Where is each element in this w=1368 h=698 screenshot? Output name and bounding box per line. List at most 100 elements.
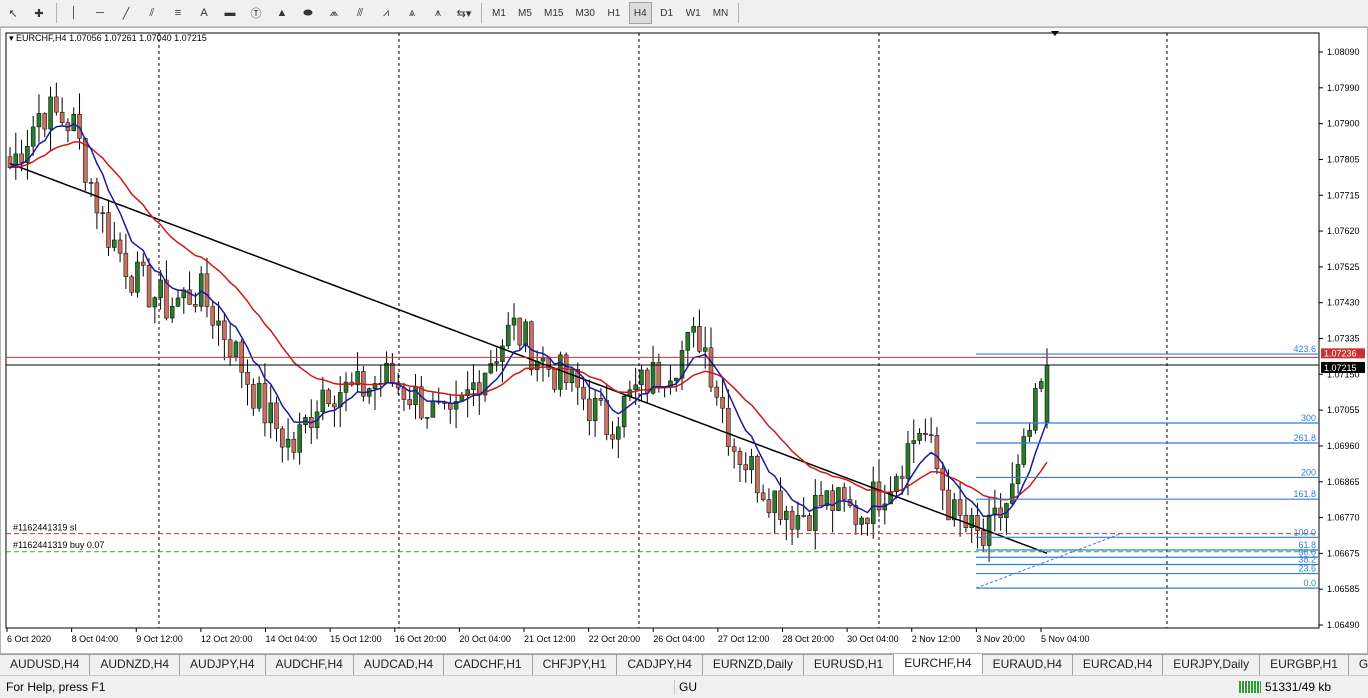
chart-tab[interactable]: EURCAD,H4 — [1073, 655, 1164, 675]
trendline-icon[interactable]: ╱ — [115, 2, 137, 24]
chart-window[interactable]: 1.08090 1.07990 1.07900 1.07805 1.07715 1.076… — [0, 27, 1368, 654]
candle-body — [523, 321, 528, 346]
chart-tab[interactable]: EURUSD,H1 — [804, 655, 895, 675]
candle-body — [813, 495, 818, 531]
candle-body — [760, 492, 766, 500]
candle-body — [830, 490, 835, 511]
candle-body — [656, 362, 662, 387]
price-tick-label: 1.07715 — [1327, 190, 1360, 200]
timeframe-w1-button[interactable]: W1 — [682, 2, 705, 24]
crosshair-icon[interactable]: ✚ — [28, 2, 50, 24]
tp-price-label: 1.07236 — [1324, 348, 1357, 358]
ellipse-icon[interactable]: ⬬ — [297, 2, 319, 24]
chart-tab[interactable]: EURGBP,H1 — [1260, 655, 1349, 675]
candle-body — [673, 377, 679, 382]
andrews-pitchfork-icon[interactable]: ⩕ — [323, 2, 345, 24]
text-label-icon[interactable]: Ⓣ — [245, 2, 267, 24]
candle-body — [390, 362, 395, 384]
candle-body — [505, 324, 511, 347]
chart-tab[interactable]: EURCHF,H4 — [894, 654, 983, 675]
fibonacci-retracement-icon[interactable]: ≡ — [167, 2, 189, 24]
candle-body — [899, 476, 905, 479]
timeframe-m5-button[interactable]: M5 — [514, 2, 536, 24]
chart-tab[interactable]: AUDNZD,H4 — [90, 655, 181, 675]
chart-tab[interactable]: EURAUD,H4 — [983, 655, 1073, 675]
time-tick-label: 12 Oct 20:00 — [201, 634, 253, 644]
candle-body — [772, 490, 777, 513]
stop-loss-label: #1162441319 sl — [13, 523, 76, 533]
timeframe-mn-button[interactable]: MN — [709, 2, 733, 24]
price-tick-label: 1.06865 — [1327, 477, 1360, 487]
candle-body — [175, 297, 181, 307]
candle-body — [1009, 483, 1015, 504]
fibonacci-arcs-icon[interactable]: ⩓ — [401, 2, 423, 24]
time-tick-label: 22 Oct 20:00 — [589, 634, 641, 644]
gann-fan-icon[interactable]: ⫻ — [349, 2, 371, 24]
candle-body — [7, 156, 13, 168]
candle-body — [818, 495, 824, 507]
candle-body — [146, 265, 152, 308]
triangle-icon[interactable]: ▲ — [271, 2, 293, 24]
chart-tab[interactable]: AUDCHF,H4 — [266, 655, 354, 675]
chart-tab[interactable]: CADCHF,H1 — [444, 655, 533, 675]
fib-level-label: 23.6 — [1298, 564, 1316, 574]
candle-body — [280, 428, 285, 448]
candle-body — [917, 432, 922, 441]
chart-tabs: AUDUSD,H4 AUDNZD,H4 AUDJPY,H4 AUDCHF,H4 AUDC… — [0, 654, 1368, 675]
chart-tab[interactable]: EURNZD,Daily — [703, 655, 804, 675]
chart-tab[interactable]: GB — [1349, 655, 1368, 675]
candle-body — [697, 326, 702, 352]
text-icon[interactable]: A — [193, 2, 215, 24]
candle-body — [419, 386, 424, 419]
chart-tab[interactable]: AUDJPY,H4 — [180, 655, 266, 675]
candle-body — [158, 279, 163, 298]
chart-tab[interactable]: AUDCAD,H4 — [354, 655, 445, 675]
candle-body — [297, 424, 302, 453]
candle-body — [256, 383, 262, 409]
candle-body — [112, 239, 117, 248]
fibonacci-fan-icon[interactable]: ⩘ — [375, 2, 397, 24]
chart-tab[interactable]: CHFJPY,H1 — [533, 655, 618, 675]
timeframe-h4-button[interactable]: H4 — [628, 2, 652, 24]
candle-body — [911, 440, 917, 444]
candle-body — [384, 362, 389, 384]
candle-body — [222, 320, 227, 340]
timeframe-m15-button[interactable]: M15 — [540, 2, 567, 24]
candle-body — [749, 456, 754, 471]
timeframe-m30-button[interactable]: M30 — [571, 2, 598, 24]
candle-body — [54, 96, 59, 113]
chart-ohlc: 1.07056 1.07261 1.07040 1.07215 — [69, 33, 207, 43]
fibonacci-expansion-icon[interactable]: ⩚ — [427, 2, 449, 24]
candle-body — [610, 434, 615, 440]
timeframe-h1-button[interactable]: H1 — [603, 2, 625, 24]
vertical-line-icon[interactable]: │ — [63, 2, 85, 24]
candle-body — [19, 153, 24, 163]
candle-body — [106, 212, 111, 248]
arrows-dropdown-icon[interactable]: ⇆▾ — [453, 2, 475, 24]
chart-header: ▾ EURCHF,H4 1.07056 1.07261 1.07040 1.07… — [9, 33, 207, 44]
price-chart[interactable]: 1.08090 1.07990 1.07900 1.07805 1.07715 1.076… — [1, 28, 1367, 653]
price-tick-label: 1.07525 — [1327, 262, 1360, 272]
ma-slow-line — [9, 162, 1048, 555]
chart-tab[interactable]: CADJPY,H4 — [617, 655, 703, 675]
candle-body — [262, 383, 268, 424]
time-tick-label: 3 Nov 20:00 — [976, 634, 1025, 644]
candle-body — [540, 357, 546, 362]
equidistant-channel-icon[interactable]: ⫽ — [141, 2, 163, 24]
candle-body — [731, 446, 737, 452]
candle-body — [494, 361, 499, 364]
candle-body — [581, 386, 586, 400]
candle-body — [685, 331, 691, 351]
candle-body — [233, 341, 239, 358]
chart-tab[interactable]: AUDUSD,H4 — [0, 655, 91, 675]
time-tick-label: 2 Nov 12:00 — [912, 634, 961, 644]
candle-body — [789, 510, 795, 530]
timeframe-m1-button[interactable]: M1 — [488, 2, 510, 24]
candle-body — [587, 398, 592, 421]
timeframe-d1-button[interactable]: D1 — [656, 2, 678, 24]
horizontal-line-icon[interactable]: ─ — [89, 2, 111, 24]
rectangle-icon[interactable]: ▬ — [219, 2, 241, 24]
candle-body — [940, 468, 945, 491]
chart-tab[interactable]: EURJPY,Daily — [1163, 655, 1261, 675]
cursor-icon[interactable]: ↖ — [2, 2, 24, 24]
